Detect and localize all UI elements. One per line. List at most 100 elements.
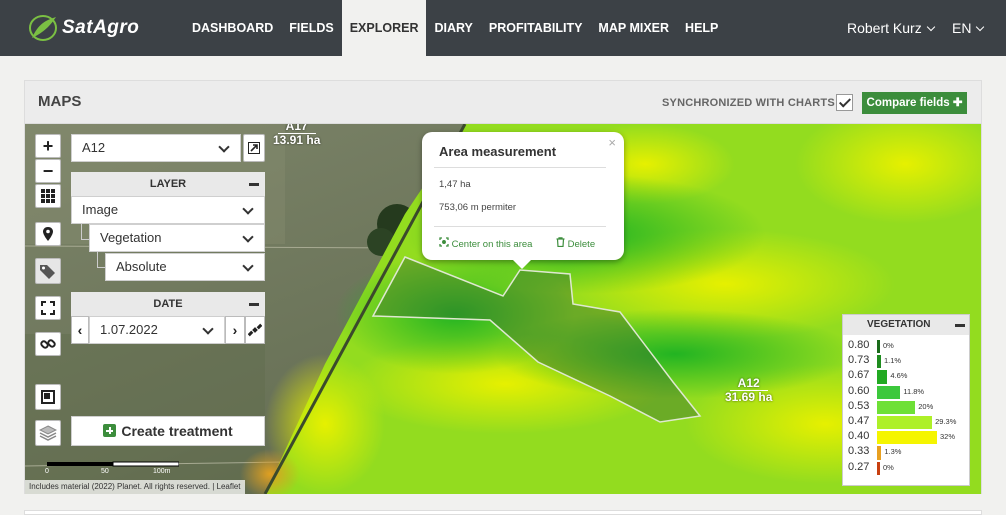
chevron-down-icon — [926, 22, 935, 32]
nav-item-fields[interactable]: FIELDS — [281, 0, 341, 56]
layer-scale-select[interactable]: Absolute — [105, 253, 265, 281]
trash-icon — [556, 237, 565, 248]
chevron-left-icon: ‹ — [77, 322, 83, 338]
legend-percent: 20% — [918, 401, 934, 411]
layers-icon — [39, 425, 57, 441]
collapse-icon — [249, 303, 259, 306]
nav-item-diary[interactable]: DIARY — [426, 0, 480, 56]
nav-item-explorer[interactable]: EXPLORER — [341, 0, 427, 56]
layer-section-header[interactable]: LAYER — [71, 172, 265, 196]
date-select[interactable]: 1.07.2022 — [89, 316, 225, 344]
previous-date-button[interactable]: ‹ — [71, 316, 89, 344]
legend-value: 0.33 — [848, 445, 870, 458]
center-on-area-link[interactable]: Center on this area — [439, 237, 532, 250]
satagro-logo[interactable]: SatAgro — [28, 14, 158, 42]
fullscreen-icon — [41, 301, 55, 315]
divider — [434, 226, 606, 227]
legend-percent: 1.1% — [883, 356, 902, 366]
layers-button[interactable] — [35, 420, 61, 446]
locate-button[interactable] — [35, 222, 61, 246]
legend-bar — [877, 370, 888, 384]
chevron-right-icon: › — [232, 322, 238, 338]
nav-item-dashboard[interactable]: DASHBOARD — [184, 0, 281, 56]
scale-bar-graphic — [47, 461, 179, 467]
next-date-button[interactable]: › — [225, 316, 245, 344]
center-focus-icon — [439, 237, 449, 247]
field-label-a12[interactable]: A12 31.69 ha — [725, 377, 772, 404]
zoom-in-button[interactable]: + — [35, 134, 61, 158]
field-select[interactable]: A12 — [71, 134, 241, 162]
legend-percent: 32% — [940, 432, 956, 442]
layer-type-select[interactable]: Image — [71, 196, 265, 224]
satellite-button[interactable] — [245, 316, 265, 344]
legend-bar — [877, 446, 882, 460]
legend-bar — [877, 340, 880, 354]
nav-item-map-mixer[interactable]: MAP MIXER — [590, 0, 677, 56]
print-button[interactable] — [35, 384, 61, 410]
legend-header[interactable]: VEGETATION — [843, 315, 969, 335]
collapse-icon — [249, 183, 259, 186]
close-icon[interactable]: × — [608, 135, 616, 150]
legend-value: 0.60 — [848, 384, 870, 397]
external-link-icon — [248, 142, 260, 154]
user-menu[interactable]: Robert Kurz — [847, 0, 935, 56]
create-treatment-button[interactable]: Create treatment — [71, 416, 265, 446]
legend-percent: 0% — [883, 341, 894, 350]
legend-bar — [877, 385, 901, 399]
compare-fields-label: Compare fields — [866, 97, 950, 109]
legend-value: 0.27 — [848, 460, 870, 473]
create-treatment-label: Create treatment — [121, 423, 233, 439]
legend-value: 0.67 — [848, 369, 870, 382]
nav-item-help[interactable]: HELP — [677, 0, 726, 56]
scale-bar: 0 50 100m — [45, 460, 179, 475]
measured-area: 1,47 ha — [439, 179, 471, 190]
area-measurement-popup: Area measurement × 1,47 ha 753,06 m perm… — [422, 132, 624, 269]
plus-icon: ✚ — [952, 97, 963, 109]
scale-label-100: 100m — [153, 468, 171, 475]
tags-icon — [40, 265, 55, 279]
nav-item-profitability[interactable]: PROFITABILITY — [481, 0, 591, 56]
legend-value: 0.53 — [848, 399, 870, 412]
grid-view-button[interactable] — [35, 184, 61, 208]
sync-label: SYNCHRONIZED WITH CHARTS — [662, 97, 835, 109]
user-name: Robert Kurz — [847, 20, 922, 36]
field-label-a17[interactable]: A17 13.91 ha — [273, 124, 320, 147]
maps-panel: MAPS SYNCHRONIZED WITH CHARTS Compare fi… — [24, 80, 982, 494]
sync-checkbox[interactable] — [836, 94, 853, 111]
chevron-down-icon — [202, 323, 214, 335]
fullscreen-button[interactable] — [35, 296, 61, 320]
map-attribution: Includes material (2022) Planet. All rig… — [25, 480, 245, 494]
layer-heading: LAYER — [149, 178, 187, 190]
satellite-icon — [248, 323, 262, 337]
popup-title: Area measurement — [439, 144, 557, 159]
plus-square-icon — [103, 424, 117, 437]
date-heading: DATE — [153, 298, 183, 310]
divider — [434, 167, 606, 168]
maps-panel-header: MAPS SYNCHRONIZED WITH CHARTS Compare fi… — [25, 81, 981, 124]
next-panel-edge — [24, 510, 982, 515]
tags-button[interactable] — [35, 258, 61, 284]
map-view[interactable]: + − A12 LAYER Image Vegetation Absolute … — [25, 124, 981, 494]
legend-percent: 11.8% — [903, 386, 925, 396]
legend-value: 0.47 — [848, 415, 870, 427]
legend-bar — [877, 400, 916, 414]
date-section-header[interactable]: DATE — [71, 292, 265, 316]
field-area: 31.69 ha — [725, 390, 773, 404]
logo-leaf-icon — [29, 15, 57, 41]
page-title: MAPS — [38, 93, 82, 110]
link-button[interactable] — [35, 332, 61, 356]
chevron-down-icon — [976, 22, 985, 32]
layer-product-select[interactable]: Vegetation — [89, 224, 265, 252]
field-area: 13.91 ha — [273, 133, 321, 147]
open-field-button[interactable] — [243, 134, 265, 162]
delete-area-link[interactable]: Delete — [556, 237, 595, 250]
zoom-out-button[interactable]: − — [35, 159, 61, 183]
compare-fields-button[interactable]: Compare fields ✚ — [862, 92, 967, 114]
language-selector[interactable]: EN — [952, 0, 985, 56]
link-icon — [40, 339, 56, 349]
tree-connector — [97, 252, 105, 268]
grid-icon — [41, 189, 55, 203]
main-nav: DASHBOARD FIELDS EXPLORER DIARY PROFITABILIT… — [184, 0, 726, 56]
legend-value: 0.80 — [848, 339, 870, 351]
vegetation-legend: VEGETATION 0.80 0% 0.73 1.1% 0.67 4.6% 0.60 11.… — [842, 314, 970, 486]
